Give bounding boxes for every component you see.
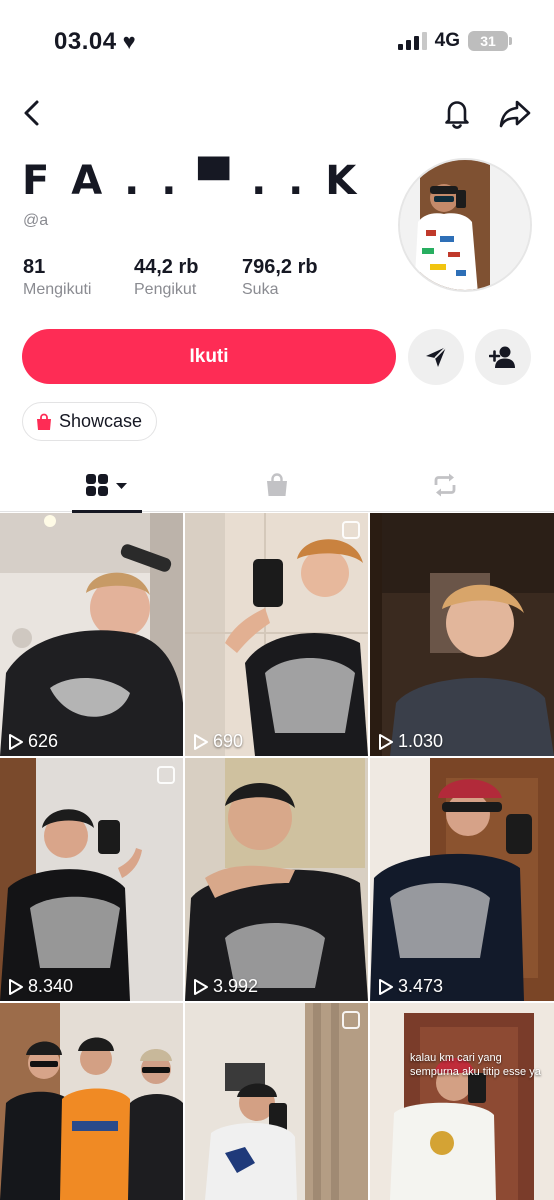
view-count-text: 8.340 [28,976,74,996]
video-thumbnail [185,758,368,1001]
tab-repost[interactable] [420,458,470,512]
tab-videos[interactable] [72,458,142,513]
clock-text: 03.04 [54,28,117,55]
showcase-label: Showcase [59,411,143,431]
video-tile[interactable]: 690 [185,513,368,756]
avatar-image [400,160,530,290]
chevron-left-icon [24,100,39,126]
repost-icon [434,473,456,497]
view-count: 1.030 [378,731,443,752]
video-tile[interactable]: 8.340 [0,758,183,1001]
username-handle: @a [23,212,49,229]
display-name: F A . . ▀ . . K [22,158,361,204]
video-tile[interactable]: 3.992 [185,758,368,1001]
stat-likes[interactable]: 796,2 rb Suka [242,256,318,299]
video-thumbnail [370,513,554,756]
video-thumbnail [0,513,183,756]
stat-value: 81 [23,256,46,278]
video-thumbnail [370,758,554,1001]
view-count: 3.473 [378,976,443,997]
network-label: 4G [434,30,460,51]
battery-level: 31 [480,33,496,49]
view-count: 626 [8,731,58,752]
video-tile[interactable]: 626 [0,513,183,756]
signal-icon [397,32,427,50]
video-tile[interactable]: 3.473 [370,758,554,1001]
heart-icon: ♥ [122,29,137,54]
battery-icon: 31 [468,31,512,51]
back-button[interactable] [18,98,48,128]
stat-label: Mengikuti [23,281,92,298]
stat-label: Suka [242,281,279,298]
shopping-bag-icon [267,473,287,496]
view-count-text: 690 [213,731,244,751]
grid-icon [86,474,127,496]
video-caption: kalau km cari yang sempurna aku titip es… [410,1052,541,1078]
video-tile[interactable]: 1.030 [370,513,554,756]
play-icon [194,733,208,750]
view-count: 8.340 [8,976,73,997]
profile-stats: 81 Mengikuti 44,2 rb Pengikut 796,2 rb S… [23,256,318,299]
view-count-text: 1.030 [398,731,444,751]
stat-value: 44,2 rb [134,256,199,278]
video-tile[interactable] [0,1003,183,1200]
video-thumbnail [185,1003,368,1200]
video-thumbnail [0,758,183,1001]
message-button[interactable] [408,329,464,385]
video-tile[interactable] [185,1003,368,1200]
stat-followers[interactable]: 44,2 rb Pengikut [134,256,242,299]
video-thumbnail [185,513,368,756]
avatar[interactable] [398,158,532,292]
bell-icon [445,101,469,129]
pinned-icon [157,766,175,784]
add-user-icon [489,346,515,368]
view-count-text: 3.992 [213,976,259,996]
send-icon [426,346,447,367]
profile-tabs [0,458,554,513]
video-thumbnail [0,1003,183,1200]
stat-label: Pengikut [134,281,197,298]
pinned-icon [342,521,360,539]
follow-button[interactable]: Ikuti [22,329,396,384]
share-arrow-icon [499,100,531,128]
stat-value: 796,2 rb [242,256,318,278]
view-count-text: 3.473 [398,976,444,996]
stat-following[interactable]: 81 Mengikuti [23,256,134,299]
pinned-icon [342,1011,360,1029]
play-icon [9,733,23,750]
play-icon [9,978,23,995]
showcase-button[interactable]: Showcase [22,402,158,441]
view-count-text: 626 [28,731,59,751]
play-icon [379,978,393,995]
shopping-bag-icon [37,413,51,430]
notification-button[interactable] [440,96,474,130]
status-bar: 03.04 ♥ 4G 31 [0,0,554,84]
add-friend-button[interactable] [475,329,531,385]
view-count: 690 [193,731,243,752]
play-icon [194,978,208,995]
view-count: 3.992 [193,976,258,997]
status-indicators: 4G 31 [397,30,512,52]
video-thumbnail [370,1003,554,1200]
share-button[interactable] [498,98,532,130]
play-icon [379,733,393,750]
tab-shop[interactable] [252,458,302,512]
video-tile[interactable]: kalau km cari yang sempurna aku titip es… [370,1003,554,1200]
status-time: 03.04 ♥ [54,28,136,56]
